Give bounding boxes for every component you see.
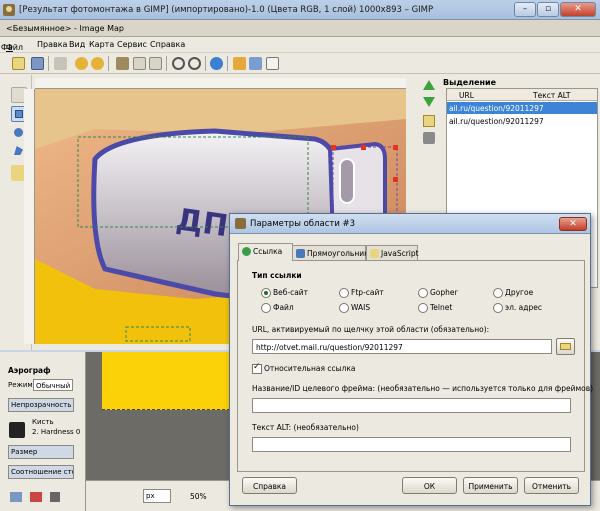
area-settings-dialog: Параметры области #3 ✕ Ссылка Прямоуголь… xyxy=(229,213,593,506)
gimp-title-bar: [Результат фотомонтажа в GIMP] (импортир… xyxy=(0,0,600,20)
maximize-button[interactable]: ▫ xyxy=(537,2,559,17)
column-alt[interactable]: Текст ALT xyxy=(533,91,570,100)
frame-label: Название/ID целевого фрейма: (необязател… xyxy=(252,384,594,393)
radio-website[interactable]: Веб-сайт xyxy=(261,288,308,298)
table-row[interactable]: ail.ru/question/92011297 xyxy=(447,102,597,114)
alt-field[interactable] xyxy=(252,437,571,452)
table-row[interactable]: ail.ru/question/92011297 xyxy=(447,115,597,127)
to-front-icon[interactable] xyxy=(233,57,246,70)
edit-icon[interactable] xyxy=(423,115,435,127)
radio-ftp[interactable]: Ftp-сайт xyxy=(339,288,384,298)
tab-link[interactable]: Ссылка xyxy=(238,243,293,261)
mode-select[interactable]: Обычный xyxy=(33,379,73,391)
selection-table-header: URL Текст ALT xyxy=(447,89,597,101)
link-tab-pane: Тип ссылки Веб-сайт Ftp-сайт Gopher Друг… xyxy=(237,260,593,472)
info-icon[interactable] xyxy=(210,57,223,70)
menu-help[interactable]: Справка xyxy=(150,40,185,49)
selection-title: Выделение xyxy=(443,78,497,87)
cut-icon[interactable] xyxy=(116,57,129,70)
dialog-app-icon xyxy=(235,218,246,229)
redo-icon[interactable] xyxy=(91,57,104,70)
apply-button[interactable]: Применить xyxy=(463,477,518,494)
menu-map[interactable]: Карта xyxy=(89,40,114,49)
brush-name: 2. Hardness 0 xyxy=(32,428,81,436)
brush-label: Кисть xyxy=(32,418,54,426)
menu-edit[interactable]: Правка xyxy=(37,40,67,49)
zoom-level[interactable]: 50% xyxy=(190,492,207,501)
toolbar-separator xyxy=(108,56,109,71)
mode-label: Режим: xyxy=(8,381,36,389)
image-map-title: <Безымянное> - Image Map xyxy=(6,24,124,33)
gimp-canvas[interactable] xyxy=(102,352,230,410)
alt-label: Текст ALT: (необязательно) xyxy=(252,423,359,432)
folder-icon xyxy=(560,343,571,350)
trash-icon[interactable] xyxy=(423,132,435,144)
radio-email[interactable]: эл. адрес xyxy=(493,303,542,313)
toolbar-separator xyxy=(48,56,49,71)
image-map-title-bar: <Безымянное> - Image Map xyxy=(0,20,600,37)
link-type-title: Тип ссылки xyxy=(252,271,302,280)
script-icon xyxy=(370,249,379,258)
rectangle-icon xyxy=(296,249,305,258)
url-label: URL, активируемый по щелчку этой области… xyxy=(252,325,490,334)
move-down-icon[interactable] xyxy=(423,97,435,109)
dialog-title-bar: Параметры области #3 ✕ xyxy=(230,214,590,234)
radio-file[interactable]: Файл xyxy=(261,303,294,313)
cancel-button[interactable]: Отменить xyxy=(524,477,579,494)
toolbar-separator xyxy=(166,56,167,71)
save-options-icon[interactable] xyxy=(10,492,22,502)
undo-icon[interactable] xyxy=(75,57,88,70)
frame-field[interactable] xyxy=(252,398,571,413)
aspect-slider[interactable]: Соотношение сто... xyxy=(8,465,74,479)
menu-bar: Ф Файл Правка Вид Карта Сервис Справка xyxy=(0,37,600,52)
gimp-window-title: [Результат фотомонтажа в GIMP] (импортир… xyxy=(19,5,434,15)
tab-javascript[interactable]: JavaScript xyxy=(366,245,419,260)
dialog-title: Параметры области #3 xyxy=(250,219,356,229)
horizontal-ruler xyxy=(35,78,406,89)
unit-select[interactable]: px xyxy=(143,489,171,503)
radio-telnet[interactable]: Telnet xyxy=(418,303,452,313)
menu-view[interactable]: Вид xyxy=(69,40,85,49)
size-slider[interactable]: Размер xyxy=(8,445,74,459)
image-map-toolbar xyxy=(0,52,600,74)
tab-rectangle[interactable]: Прямоугольник xyxy=(292,245,369,260)
preferences-icon[interactable] xyxy=(54,57,67,70)
move-up-icon[interactable] xyxy=(423,80,435,92)
ok-button[interactable]: ОК xyxy=(402,477,457,494)
tool-options-panel: Аэрограф Режим: Обычный Непрозрачность К… xyxy=(0,352,86,511)
radio-gopher[interactable]: Gopher xyxy=(418,288,458,298)
radio-wais[interactable]: WAIS xyxy=(339,303,370,313)
vertical-ruler xyxy=(24,89,35,344)
minimize-button[interactable]: – xyxy=(514,2,536,17)
window-controls: – ▫ ✕ xyxy=(514,2,596,17)
paste-icon[interactable] xyxy=(149,57,162,70)
toolbar-separator xyxy=(205,56,206,71)
grid-icon[interactable] xyxy=(266,57,279,70)
copy-icon[interactable] xyxy=(133,57,146,70)
tool-name: Аэрограф xyxy=(8,366,51,375)
opacity-slider[interactable]: Непрозрачность xyxy=(8,398,74,412)
zoom-in-icon[interactable] xyxy=(172,57,185,70)
toolbar-separator xyxy=(227,56,228,71)
globe-icon xyxy=(242,247,251,256)
save-icon[interactable] xyxy=(31,57,44,70)
brush-preview[interactable] xyxy=(9,422,25,438)
zoom-out-icon[interactable] xyxy=(188,57,201,70)
relative-link-checkbox[interactable]: Относительная ссылка xyxy=(252,362,355,374)
to-back-icon[interactable] xyxy=(249,57,262,70)
close-button[interactable]: ✕ xyxy=(560,2,596,17)
help-button[interactable]: Справка xyxy=(242,477,297,494)
url-field[interactable]: http://otvet.mail.ru/question/92011297 xyxy=(252,339,552,354)
gimp-app-icon xyxy=(3,4,15,16)
open-icon[interactable] xyxy=(12,57,25,70)
dialog-close-button[interactable]: ✕ xyxy=(559,217,587,231)
delete-options-icon[interactable] xyxy=(50,492,60,502)
radio-other[interactable]: Другое xyxy=(493,288,533,298)
browse-button[interactable] xyxy=(556,338,575,355)
column-url[interactable]: URL xyxy=(459,91,474,100)
restore-options-icon[interactable] xyxy=(30,492,42,502)
menu-tools[interactable]: Сервис xyxy=(117,40,147,49)
